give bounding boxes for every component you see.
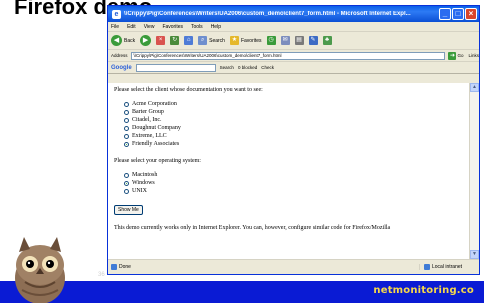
- client-label: Friendly Associates: [132, 141, 180, 147]
- client-label: Doughnut Company: [132, 125, 181, 131]
- page-icon: [111, 264, 117, 270]
- menu-edit[interactable]: Edit: [127, 24, 136, 30]
- client-option-barter[interactable]: Barter Group: [124, 108, 469, 116]
- edit-icon[interactable]: ✎: [308, 36, 318, 45]
- status-zone: Local intranet: [419, 264, 476, 270]
- presentation-slide: Firefox demo e \\Crippy\Pig\Conferences\…: [0, 0, 484, 303]
- search-label: Search: [209, 37, 225, 44]
- os-option-macintosh[interactable]: Macintosh: [124, 171, 469, 179]
- close-button[interactable]: ×: [465, 8, 477, 20]
- client-label: Barter Group: [132, 109, 164, 115]
- os-radio-group: Macintosh Windows UNIX: [124, 171, 469, 195]
- os-label: Windows: [132, 180, 155, 186]
- window-title: \\Crippy\Pig\Conferences\Writers\UA2006\…: [124, 11, 411, 17]
- favorites-star-icon: ★: [229, 36, 239, 45]
- browser-note: This demo currently works only in Intern…: [114, 225, 391, 231]
- show-me-button[interactable]: Show Me: [114, 205, 143, 215]
- scroll-up-icon[interactable]: ▲: [470, 83, 479, 92]
- ie-logo-icon: e: [112, 9, 121, 19]
- google-logo[interactable]: Google: [111, 65, 132, 71]
- address-field[interactable]: \\Crippy\Pig\Conferences\Writers\UA2006\…: [130, 51, 446, 60]
- links-label[interactable]: Links: [468, 53, 479, 58]
- owl-image: [15, 237, 65, 303]
- minimize-button[interactable]: _: [439, 8, 451, 20]
- print-icon[interactable]: ▤: [294, 36, 304, 45]
- history-icon[interactable]: ◷: [266, 36, 276, 45]
- go-arrow-icon: ➜: [448, 51, 457, 60]
- spell-check-button[interactable]: Check: [261, 65, 274, 70]
- radio-button-selected[interactable]: [124, 180, 129, 186]
- menu-view[interactable]: View: [144, 24, 155, 30]
- zone-text: Local intranet: [432, 264, 463, 270]
- status-text: Done: [119, 264, 131, 270]
- refresh-icon[interactable]: ↻: [170, 36, 180, 45]
- menu-bar: File Edit View Favorites Tools Help: [108, 22, 479, 32]
- address-label: Address: [111, 53, 128, 58]
- client-option-extreme[interactable]: Extreme, LLC: [124, 132, 469, 140]
- client-radio-group: Acme Corporation Barter Group Citadel, I…: [124, 100, 469, 148]
- scroll-down-icon[interactable]: ▼: [470, 250, 479, 259]
- menu-file[interactable]: File: [111, 24, 119, 30]
- client-prompt: Please select the client whose documenta…: [114, 87, 263, 93]
- client-option-doughnut[interactable]: Doughnut Company: [124, 124, 469, 132]
- maximize-button[interactable]: □: [452, 8, 464, 20]
- favorites-label: Favorites: [240, 37, 262, 44]
- go-label: Go: [457, 53, 464, 58]
- home-icon[interactable]: ⌂: [184, 36, 194, 45]
- go-button[interactable]: ➜ Go: [448, 51, 464, 60]
- radio-button[interactable]: [124, 101, 129, 107]
- os-option-windows[interactable]: Windows: [124, 179, 469, 187]
- page-content: Please select the client whose documenta…: [108, 83, 469, 259]
- os-label: Macintosh: [132, 172, 158, 178]
- messenger-icon[interactable]: ♣: [322, 36, 332, 45]
- client-option-citadel[interactable]: Citadel, Inc.: [124, 116, 469, 124]
- google-search-button[interactable]: Search: [220, 65, 234, 70]
- radio-button[interactable]: [124, 188, 129, 194]
- window-titlebar[interactable]: e \\Crippy\Pig\Conferences\Writers\UA200…: [108, 6, 479, 22]
- brand-logo: netmonitoring.co: [373, 285, 474, 296]
- radio-button[interactable]: [124, 109, 129, 115]
- status-left: Done: [111, 264, 419, 270]
- popup-blocked-button[interactable]: 0 blocked: [238, 65, 257, 70]
- vertical-scrollbar[interactable]: ▲ ▼: [469, 83, 479, 259]
- favorites-button[interactable]: ★ Favorites: [229, 36, 262, 45]
- google-search-input[interactable]: [135, 63, 216, 72]
- menu-tools[interactable]: Tools: [191, 24, 203, 30]
- client-label: Extreme, LLC: [132, 133, 167, 139]
- radio-button[interactable]: [124, 117, 129, 123]
- stop-icon[interactable]: ×: [156, 36, 166, 45]
- forward-arrow-icon[interactable]: ▶: [140, 35, 152, 46]
- radio-button[interactable]: [124, 172, 129, 178]
- os-label: UNIX: [132, 188, 147, 194]
- mail-icon[interactable]: ✉: [280, 36, 290, 45]
- radio-button-selected[interactable]: [124, 141, 129, 147]
- back-button[interactable]: ◀ Back: [111, 35, 135, 46]
- back-arrow-icon: ◀: [111, 35, 122, 46]
- client-option-acme[interactable]: Acme Corporation: [124, 100, 469, 108]
- os-prompt: Please select your operating system:: [114, 158, 201, 164]
- google-toolbar: Google Search 0 blocked Check: [108, 62, 479, 74]
- standard-toolbar: ◀ Back ▶ × ↻ ⌂ ⌕ Search ★ Favorites ◷ ✉ …: [108, 32, 479, 50]
- client-option-friendly[interactable]: Friendly Associates: [124, 140, 469, 148]
- client-label: Citadel, Inc.: [132, 117, 162, 123]
- slide-number: 36: [98, 272, 105, 278]
- status-bar: Done Local intranet: [108, 259, 479, 274]
- back-label: Back: [124, 37, 136, 44]
- search-button[interactable]: ⌕ Search: [198, 36, 225, 45]
- window-controls: _ □ ×: [439, 8, 477, 20]
- address-bar: Address \\Crippy\Pig\Conferences\Writers…: [108, 50, 479, 62]
- internet-explorer-window: e \\Crippy\Pig\Conferences\Writers\UA200…: [107, 5, 480, 275]
- radio-button[interactable]: [124, 125, 129, 131]
- radio-button[interactable]: [124, 133, 129, 139]
- menu-favorites[interactable]: Favorites: [162, 24, 183, 30]
- intranet-icon: [424, 264, 430, 270]
- search-icon: ⌕: [198, 36, 208, 45]
- menu-help[interactable]: Help: [211, 24, 221, 30]
- client-label: Acme Corporation: [132, 101, 177, 107]
- os-option-unix[interactable]: UNIX: [124, 187, 469, 195]
